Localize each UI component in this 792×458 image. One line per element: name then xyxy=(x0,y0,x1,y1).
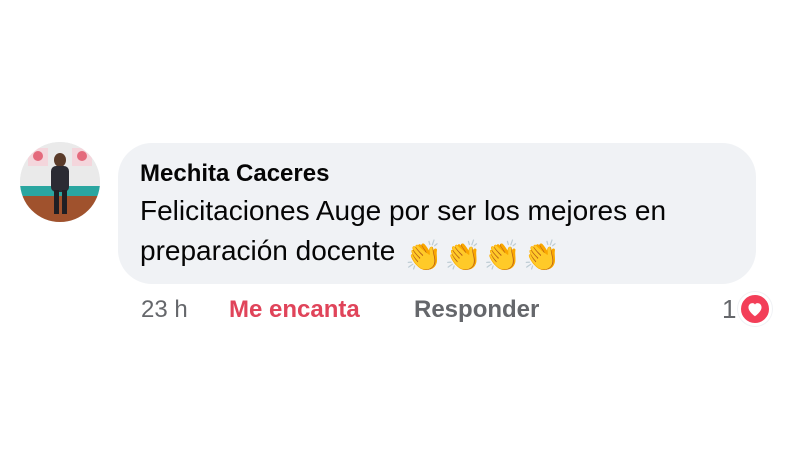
reaction-count: 1 xyxy=(722,293,737,324)
clap-icon: 👏 xyxy=(444,240,482,273)
clap-icon: 👏 xyxy=(523,240,561,273)
comment-bubble: Mechita Caceres Felicitaciones Auge por … xyxy=(118,143,756,284)
avatar[interactable] xyxy=(20,142,100,222)
comment-author[interactable]: Mechita Caceres xyxy=(140,159,734,189)
comment-timestamp[interactable]: 23 h xyxy=(141,296,229,324)
clapping-hands-emojis: 👏 👏 👏 👏 xyxy=(405,239,560,275)
comment-body: Felicitaciones Auge por ser los mejores … xyxy=(140,195,667,266)
clap-icon: 👏 xyxy=(483,240,522,273)
avatar-photo xyxy=(20,142,100,222)
heart-icon xyxy=(738,292,773,326)
clap-icon: 👏 xyxy=(405,240,443,273)
comment-actions: 23 h Me encanta Responder xyxy=(141,296,539,324)
reaction-summary[interactable]: 1 xyxy=(722,292,773,326)
comment-text: Felicitaciones Auge por ser los mejores … xyxy=(140,191,740,275)
love-reaction-button[interactable]: Me encanta xyxy=(229,296,414,324)
reply-button[interactable]: Responder xyxy=(414,296,539,324)
